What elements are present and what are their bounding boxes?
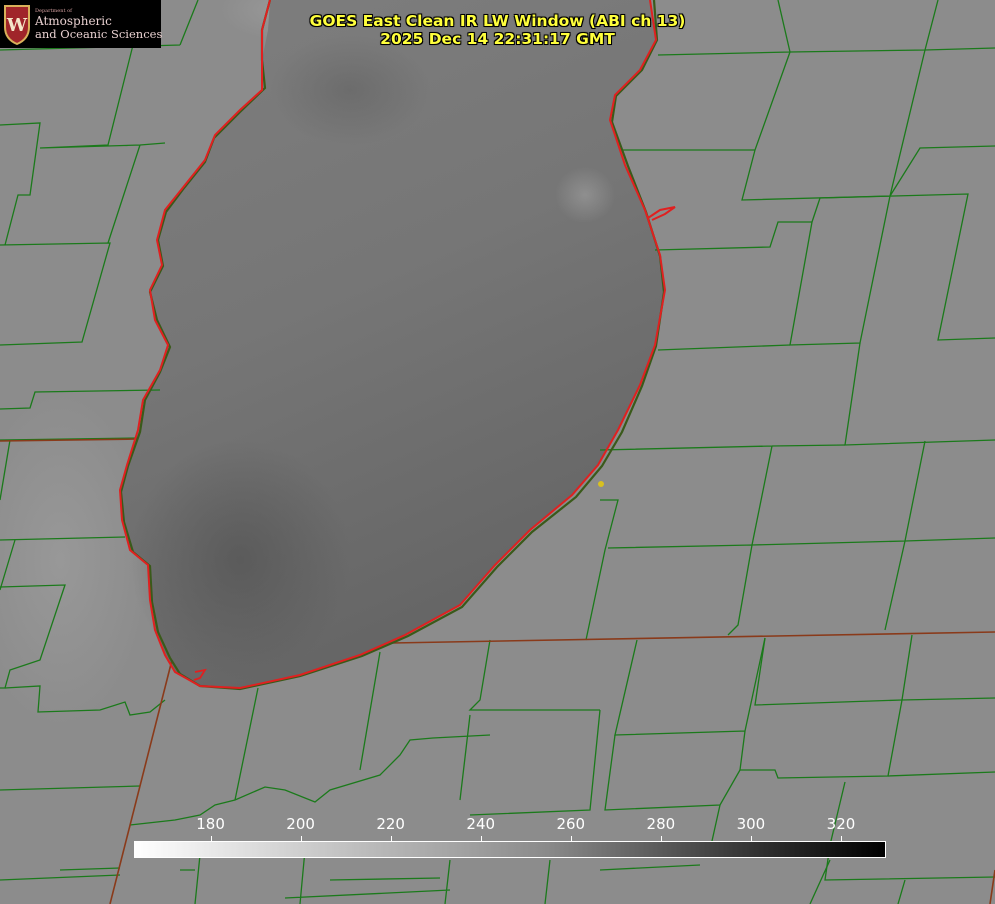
colorbar-tick-mark: [210, 836, 212, 842]
colorbar-tick-label: 220: [376, 815, 405, 833]
colorbar-tick-label: 240: [466, 815, 496, 833]
warm-lake-patch: [555, 167, 615, 223]
colorbar-tick-mark: [480, 836, 482, 842]
logo-line-2: and Oceanic Sciences: [35, 27, 163, 41]
image-title: GOES East Clean IR LW Window (ABI ch 13): [309, 12, 686, 30]
station-marker: [598, 481, 604, 487]
svg-text:W: W: [6, 15, 28, 36]
uw-aos-logo: W Department of Atmospheric and Oceanic …: [0, 0, 163, 48]
colorbar-tick-label: 260: [556, 815, 586, 833]
cold-lake-patch: [270, 35, 430, 145]
colorbar-tick-mark: [840, 836, 842, 842]
image-timestamp: 2025 Dec 14 22:31:17 GMT: [380, 30, 615, 48]
colorbar-tick-mark: [750, 836, 752, 842]
satellite-image: W Department of Atmospheric and Oceanic …: [0, 0, 995, 904]
logo-line-1: Atmospheric: [35, 14, 112, 28]
temperature-colorbar: [134, 841, 886, 858]
map-canvas: [0, 0, 995, 904]
colorbar-tick-label: 320: [826, 815, 856, 833]
colorbar-tick-mark: [660, 836, 662, 842]
colorbar-tick-label: 200: [286, 815, 315, 833]
colorbar-tick-mark: [570, 836, 572, 842]
colorbar-tick-label: 280: [646, 815, 676, 833]
colorbar-tick-mark: [300, 836, 302, 842]
colorbar-tick-label: 300: [736, 815, 766, 833]
university-seal-icon: W: [4, 5, 30, 45]
colorbar-tick-mark: [390, 836, 392, 842]
colorbar-tick-label: 180: [196, 815, 225, 833]
